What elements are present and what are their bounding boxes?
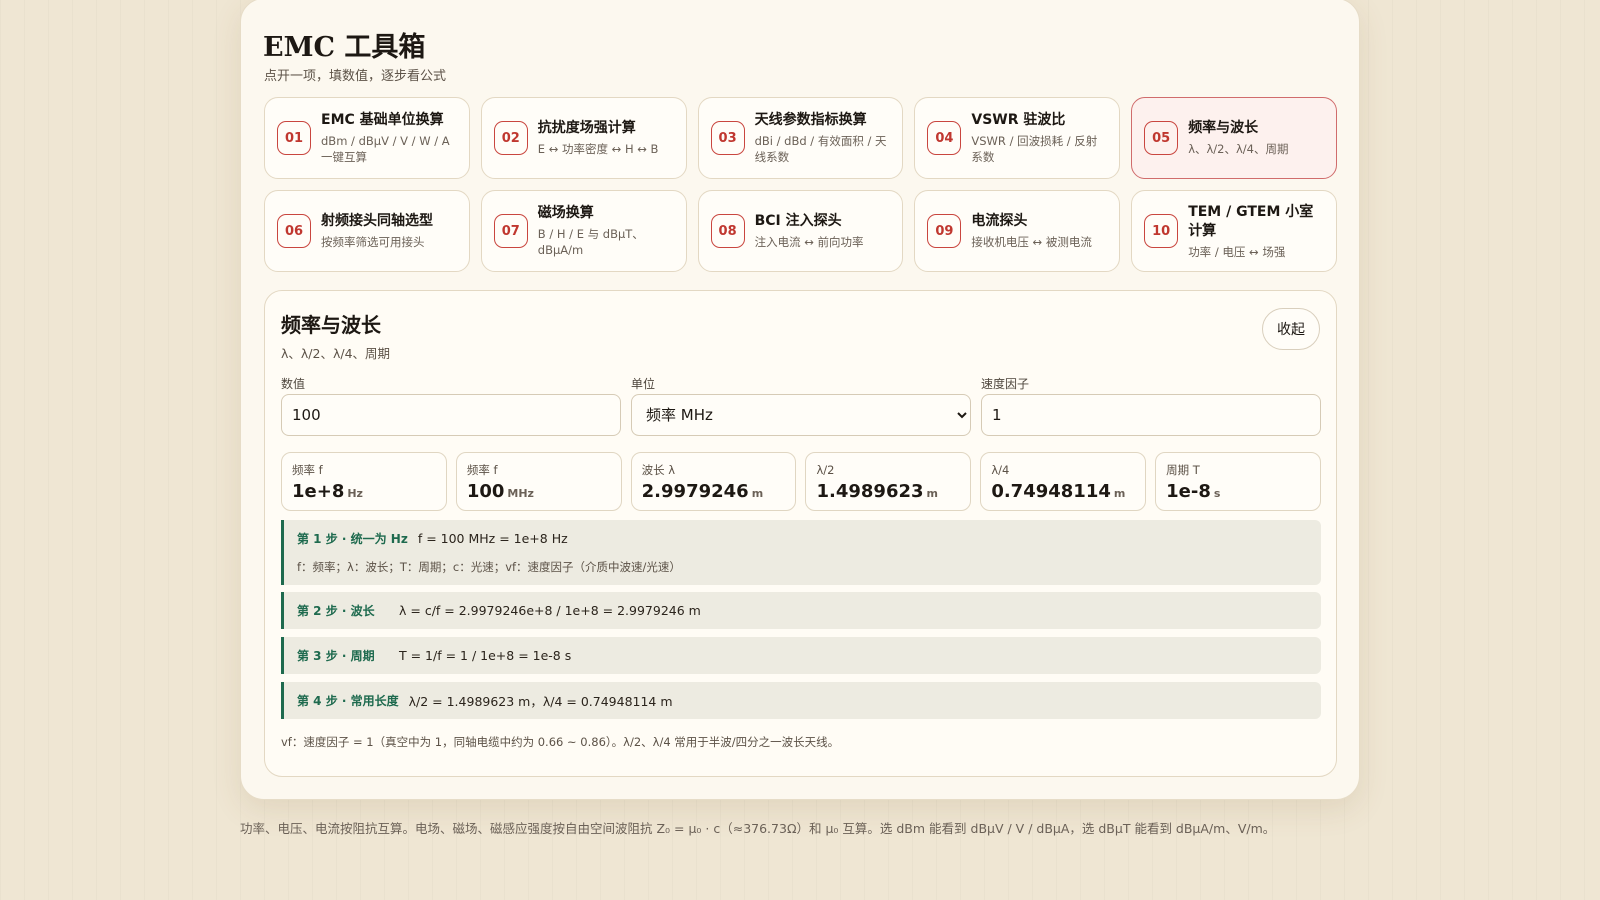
step-formula: λ/2 = 1.4989623 m，λ/4 = 0.74948114 m [408,694,673,709]
result-value: 2.9979246 [641,481,749,502]
step-formula: λ = c/f = 2.9979246e+8 / 1e+8 = 2.997924… [399,603,701,618]
step-3: 第 3 步 · 周期 T = 1/f = 1 / 1e+8 = 1e-8 s [281,637,1321,674]
detail-footnote: vf：速度因子 = 1（真空中为 1，同轴电缆中约为 0.66 ~ 0.86）。… [281,735,840,749]
tool-number-badge: 01 [277,121,311,155]
tool-name: 天线参数指标换算 [754,112,867,128]
tool-number-badge: 05 [1144,121,1179,155]
tool-name: TEM / GTEM 小室计算 [1188,203,1314,239]
step-2: 第 2 步 · 波长 λ = c/f = 2.9979246e+8 / 1e+8 … [281,592,1321,629]
tool-name: 抗扰度场强计算 [537,120,636,136]
value-input[interactable] [281,394,621,436]
vf-field-group: 速度因子 [981,375,1321,436]
tool-name: VSWR 驻波比 [971,112,1066,128]
tool-name: 电流探头 [971,213,1028,229]
result-row: 频率 f 1e+8 Hz 频率 f 100 MHz 波长 λ 2.9979246 m … [281,452,1321,511]
step-tag: 第 4 步 · 常用长度 [297,694,399,708]
tool-desc: dBi / dBd / 有效面积 / 天线系数 [754,134,887,164]
result-unit: m [1113,487,1126,500]
tool-desc: VSWR / 回波损耗 / 反射系数 [971,134,1098,164]
tool-grid: 01 EMC 基础单位换算 dBm / dBμV / V / W / A 一键互算… [264,97,1337,272]
result-card-period: 周期 T 1e-8 s [1155,452,1321,511]
tool-number-badge: 07 [493,214,528,248]
result-card-wavelength: 波长 λ 2.9979246 m [630,452,797,511]
result-value: 1e+8 [292,481,345,502]
unit-select[interactable]: 频率 MHz [631,394,971,436]
tool-name: BCI 注入探头 [754,213,842,229]
tool-card-frequency-wavelength[interactable]: 05 频率与波长 λ、λ/2、λ/4、周期 [1131,97,1337,179]
tool-desc: 按频率筛选可用接头 [321,235,425,249]
tool-number-badge: 03 [710,121,745,155]
result-value: 100 [466,481,505,502]
value-field-group: 数值 [281,375,621,436]
tool-number-badge: 04 [927,121,962,155]
unit-label: 单位 [631,377,656,391]
result-value: 1.4989623 [816,481,924,502]
tool-number-badge: 06 [277,214,311,248]
tool-card-antenna[interactable]: 03 天线参数指标换算 dBi / dBd / 有效面积 / 天线系数 [697,97,904,179]
step-formula: f = 100 MHz = 1e+8 Hz [417,531,568,546]
result-label: 频率 f [466,463,498,477]
result-label: λ/4 [991,463,1010,477]
vf-label: 速度因子 [981,377,1030,391]
step-tag: 第 1 步 · 统一为 Hz [297,532,408,546]
tool-name: 磁场换算 [537,205,594,221]
tool-card-rf-connector[interactable]: 06 射频接头同轴选型 按频率筛选可用接头 [264,190,470,272]
tool-name: EMC 基础单位换算 [321,112,444,128]
app-subtitle: 点开一项，填数值，逐步看公式 [264,69,447,84]
tool-card-tem-cell[interactable]: 10 TEM / GTEM 小室计算功率 / 电压 ↔ 场强 [1131,190,1337,272]
tool-desc: dBm / dBμV / V / W / A 一键互算 [321,134,450,164]
tool-desc: B / H / E 与 dBμT、dBμA/m [537,227,644,257]
result-unit: m [751,487,764,500]
result-value: 0.74948114 [991,481,1111,502]
result-label: 频率 f [292,463,323,477]
detail-subtitle: λ、λ/2、λ/4、周期 [281,346,391,361]
detail-panel: 频率与波长 λ、λ/2、λ/4、周期 收起 数值 单位 频率 MHz 速度因子 … [264,290,1337,777]
result-card-frequency-hz: 频率 f 1e+8 Hz [281,452,447,511]
tool-desc: E ↔ 功率密度 ↔ H ↔ B [537,142,659,156]
tool-card-vswr[interactable]: 04 VSWR 驻波比 VSWR / 回波损耗 / 反射系数 [914,97,1121,179]
toolbox-panel: EMC 工具箱 点开一项，填数值，逐步看公式 01 EMC 基础单位换算 dBm … [240,0,1360,800]
result-unit: Hz [347,487,363,500]
tool-number-badge: 08 [710,214,745,248]
result-unit: m [926,487,938,500]
result-card-frequency-mhz: 频率 f 100 MHz [455,452,622,511]
tool-desc: 接收机电压 ↔ 被测电流 [971,235,1092,249]
detail-title: 频率与波长 [281,313,381,337]
tool-desc: 功率 / 电压 ↔ 场强 [1188,244,1286,259]
page-footnote: 功率、电压、电流按阻抗互算。电场、磁场、磁感应强度按自由空间波阻抗 Z₀ = μ… [240,821,1276,836]
tool-number-badge: 10 [1144,214,1179,248]
tool-number-badge: 09 [927,214,962,248]
result-label: λ/2 [816,463,835,477]
result-label: 波长 λ [641,463,676,477]
step-1: 第 1 步 · 统一为 Hz f = 100 MHz = 1e+8 Hz f：频率… [281,520,1321,585]
tool-card-unit-conversion[interactable]: 01 EMC 基础单位换算 dBm / dBμV / V / W / A 一键互算 [264,97,470,179]
tool-name: 射频接头同轴选型 [321,213,433,229]
tool-desc: λ、λ/2、λ/4、周期 [1188,142,1289,156]
result-value: 1e-8 [1166,481,1211,502]
vf-input[interactable] [981,394,1321,436]
tool-card-field-strength[interactable]: 02 抗扰度场强计算 E ↔ 功率密度 ↔ H ↔ B [480,97,687,179]
step-tag: 第 2 步 · 波长 [297,604,375,618]
collapse-button[interactable]: 收起 [1262,308,1320,350]
unit-field-group: 单位 频率 MHz [631,375,971,436]
value-label: 数值 [281,377,306,391]
result-label: 周期 T [1166,463,1200,477]
step-note: f：频率；λ：波长；T：周期；c：光速；vf：速度因子（介质中波速/光速） [297,560,681,574]
tool-number-badge: 02 [493,121,528,155]
tool-card-current-probe[interactable]: 09 电流探头接收机电压 ↔ 被测电流 [914,190,1121,272]
input-row: 数值 单位 频率 MHz 速度因子 [281,375,1321,436]
result-card-quarter-wavelength: λ/4 0.74948114 m [980,452,1147,511]
step-tag: 第 3 步 · 周期 [297,649,375,663]
tool-card-magnetic-field[interactable]: 07 磁场换算 B / H / E 与 dBμT、dBμA/m [480,190,687,272]
step-formula: T = 1/f = 1 / 1e+8 = 1e-8 s [399,648,572,663]
result-unit: s [1213,487,1221,500]
tool-desc: 注入电流 ↔ 前向功率 [754,235,864,249]
result-unit: MHz [507,487,534,500]
tool-name: 频率与波长 [1188,120,1259,136]
step-4: 第 4 步 · 常用长度 λ/2 = 1.4989623 m，λ/4 = 0.74… [281,682,1321,719]
app-title: EMC 工具箱 [263,32,426,63]
result-card-half-wavelength: λ/2 1.4989623 m [805,452,972,511]
tool-card-bci-probe[interactable]: 08 BCI 注入探头注入电流 ↔ 前向功率 [697,190,904,272]
